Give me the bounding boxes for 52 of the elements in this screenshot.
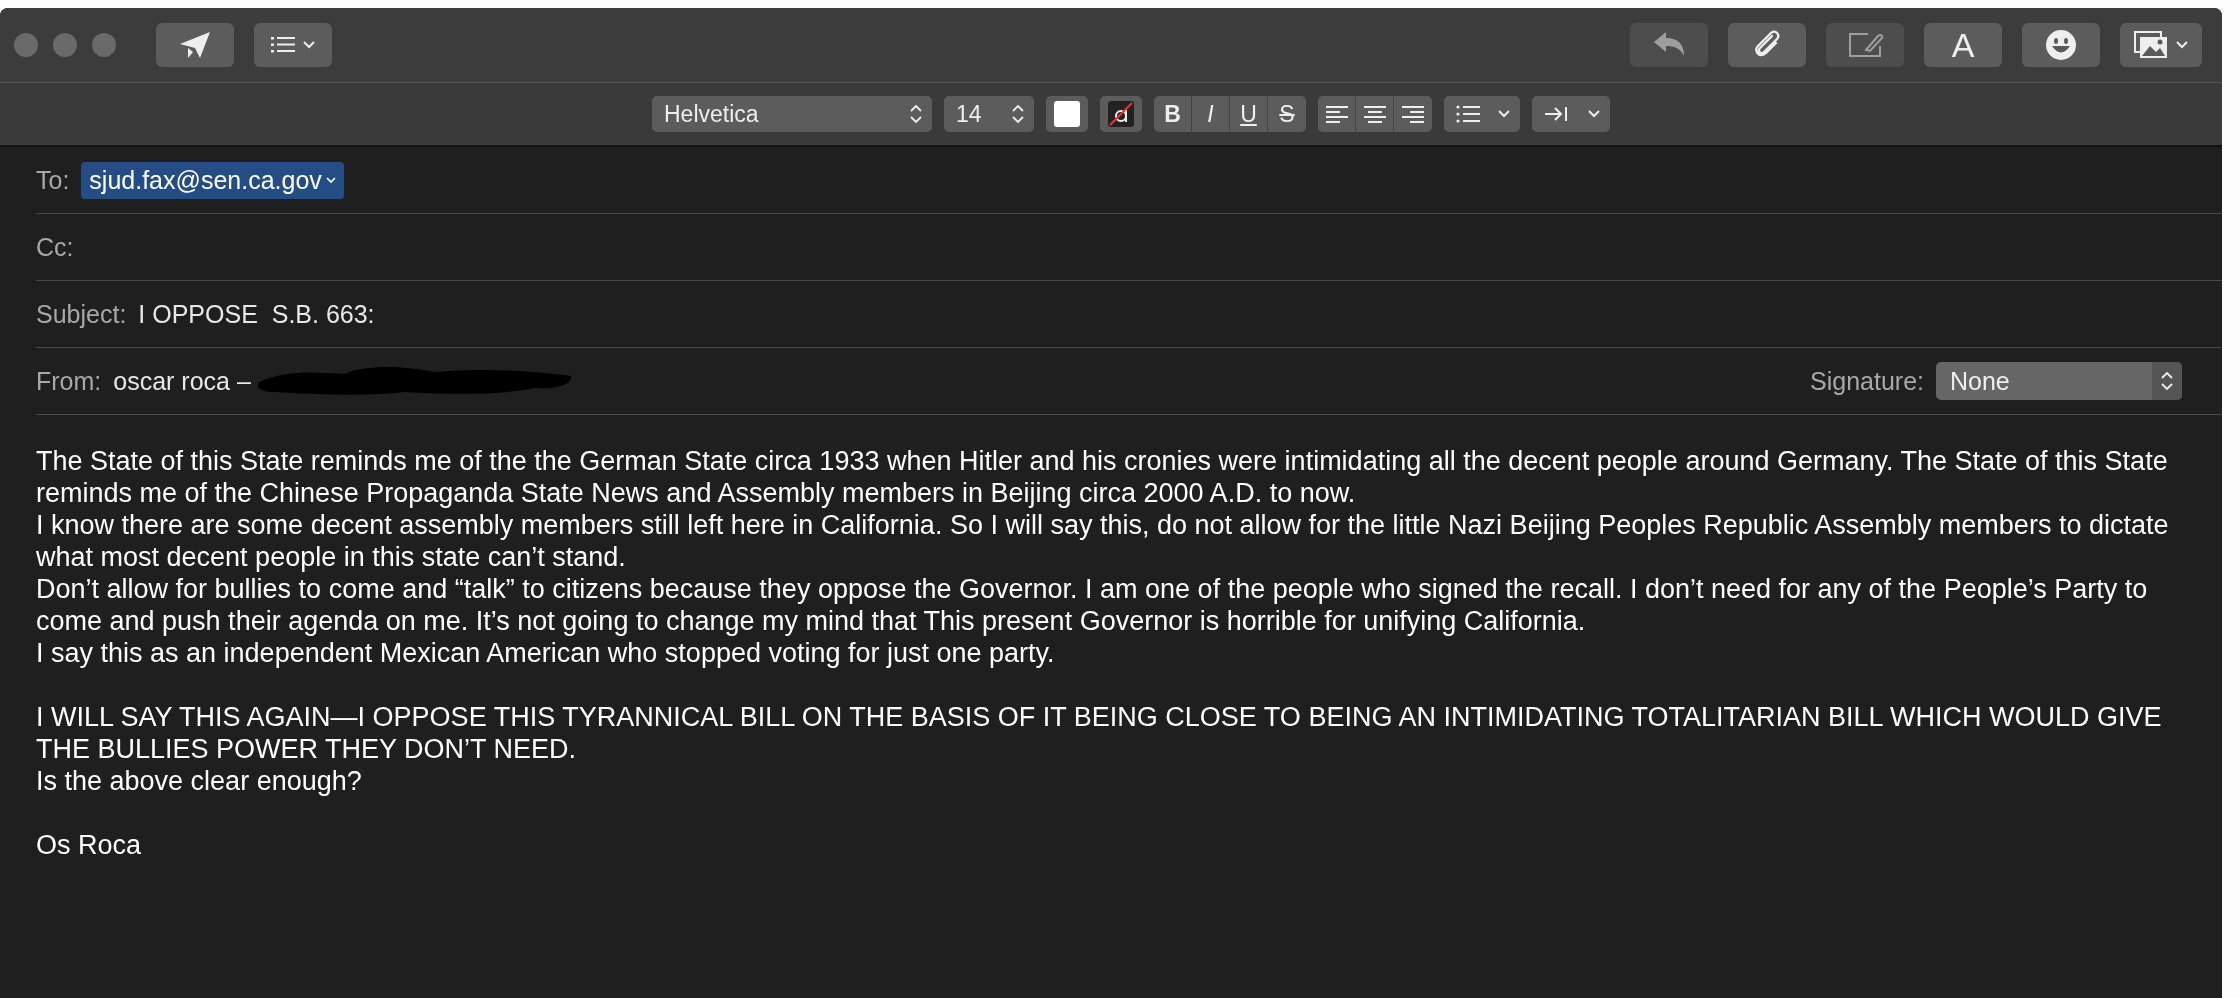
message-paragraph: The State of this State reminds me of the the German State circa 1933 when Hitler and his cronies were intimidating all the decent people around Germany. The State of this State reminds me of the Chinese Propaganda State News and Assembly members in Beijing circa 2000 A.D. to now. [36,445,2169,509]
chevron-icon [303,41,315,49]
recipient-token[interactable]: sjud.fax@sen.ca.gov [81,161,344,199]
strikethrough-button[interactable]: S [1268,96,1306,132]
text-color-icon [1108,101,1134,127]
signature-popup[interactable]: None [1936,362,2182,400]
attach-button[interactable] [1728,23,1806,67]
photo-browser-button[interactable] [2120,23,2202,67]
underline-button[interactable]: U [1230,96,1268,132]
emoji-button[interactable] [2022,23,2100,67]
font-family-popup[interactable]: Helvetica [652,96,932,132]
message-paragraph: Os Roca [36,829,143,861]
message-paragraph: I know there are some decent assembly members still left here in California. So I will say this, do not allow for the little Nazi Beijing Peoples Republic Assembly members to dictate what most decent people in this state can’t stand. [36,509,2170,573]
up-down-arrows-icon [910,104,922,124]
chevron-icon [2176,41,2188,49]
cc-label: Cc: [36,232,74,262]
italic-button[interactable]: I [1192,96,1230,132]
from-field[interactable]: oscar roca – [113,366,251,396]
signature-label: Signature: [1810,366,1924,396]
subject-label: Subject: [36,299,127,329]
photos-icon [2134,31,2168,59]
alignment-icon [1361,103,1388,125]
smiley-icon [2045,29,2077,61]
chevron-icon [1588,110,1600,118]
font-size-popup[interactable]: 14 [944,96,1034,132]
up-down-arrows-icon [2161,371,2173,391]
list-style-popup[interactable] [1444,96,1520,132]
subject-field[interactable]: I OPPOSE S.B. 663: [138,299,375,329]
paper-plane-icon [178,30,212,60]
fonts-button[interactable]: A [1924,23,2002,67]
markup-icon [1846,30,1884,60]
message-paragraph: Don’t allow for bullies to come and “talk” to citizens because they oppose the Governor. I am one of the people who signed the recall. I don’t need for any of the People’s Party to come and push their agenda on me. It’s not going to change my mind that This present Governor is horrible for unifying California. [36,573,2149,637]
send-button[interactable] [156,23,234,67]
indent-icon [1544,105,1570,123]
indent-popup[interactable] [1532,96,1610,132]
up-down-arrows-icon [1012,104,1024,124]
chevron-icon [325,176,336,184]
background-color-well[interactable] [1046,96,1088,132]
bold-button[interactable]: B [1154,96,1192,132]
to-label: To: [36,165,70,195]
message-paragraph: Is the above clear enough? [36,765,363,797]
message-paragraph: I WILL SAY THIS AGAIN—I OPPOSE THIS TYRANNICAL BILL ON THE BASIS OF IT BEING CLOSE TO BEING AN INTIMIDATING TOTALITARIAN BILL WHICH WOULD GIVE THE BULLIES POWER THEY DON’T NEED. [36,701,2163,765]
header-fields-button[interactable] [254,23,332,67]
bulleted-list-icon [1456,104,1480,124]
alignment-icon [1400,103,1426,125]
chevron-icon [1498,110,1510,118]
reply-icon [1652,32,1686,58]
text-color-well[interactable] [1100,96,1142,132]
alignment-icon [1323,103,1350,125]
message-paragraph: I say this as an independent Mexican American who stopped voting for just one party. [36,637,1056,669]
from-label: From: [36,366,102,396]
list-icon [271,36,295,54]
